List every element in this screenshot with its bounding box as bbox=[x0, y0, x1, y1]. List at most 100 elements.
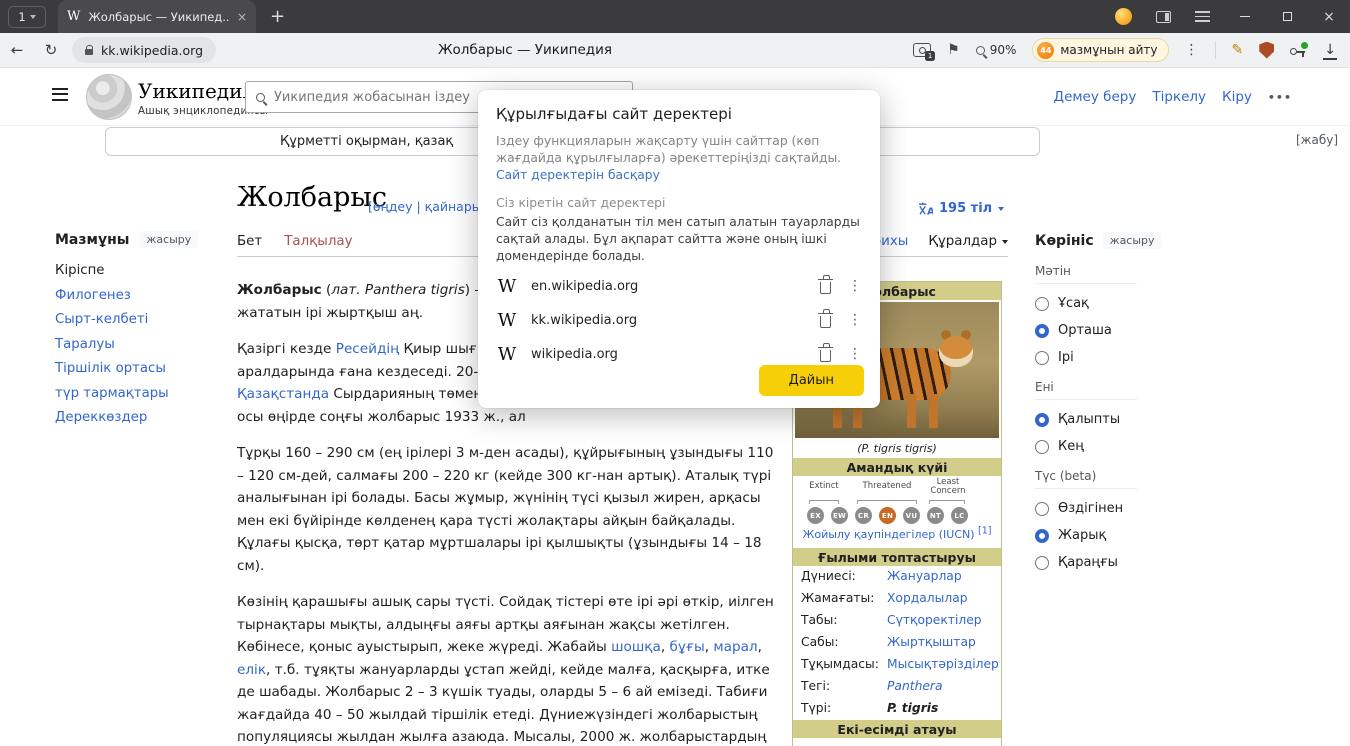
appearance-hide-button[interactable]: жасыру bbox=[1103, 232, 1162, 249]
site-row: W en.wikipedia.org ⋮ bbox=[496, 269, 862, 303]
radio-icon-selected[interactable] bbox=[1035, 529, 1049, 543]
window-title: Жолбарыс — Уикипедия bbox=[360, 42, 690, 58]
radio-icon[interactable] bbox=[1035, 440, 1049, 454]
browser-menu-icon[interactable] bbox=[1195, 11, 1210, 22]
minimize-icon bbox=[1240, 16, 1250, 18]
delete-trash-icon[interactable] bbox=[820, 282, 831, 294]
download-icon[interactable]: ↓ bbox=[1324, 43, 1336, 57]
radio-option[interactable]: Ірі bbox=[1035, 350, 1147, 365]
zoom-indicator[interactable]: 90% bbox=[976, 43, 1017, 57]
site-domain: kk.wikipedia.org bbox=[531, 313, 807, 328]
toc-item[interactable]: түр тармақтары bbox=[55, 386, 227, 401]
side-panel-icon[interactable] bbox=[1156, 11, 1171, 23]
tab-close-icon[interactable]: × bbox=[237, 10, 247, 24]
radio-icon[interactable] bbox=[1035, 502, 1049, 516]
toc-item[interactable]: Кіріспе bbox=[55, 263, 227, 278]
taxon-link[interactable]: Жыртқыштар bbox=[887, 635, 976, 651]
wiki-menu-icon[interactable] bbox=[52, 88, 68, 101]
maximize-button[interactable] bbox=[1266, 0, 1308, 33]
status-circle: NT bbox=[927, 507, 944, 524]
status-circle: VU bbox=[903, 507, 920, 524]
taxon-link[interactable]: Panthera bbox=[887, 679, 943, 695]
radio-option[interactable]: Орташа bbox=[1035, 323, 1147, 338]
edit-pencil-icon[interactable]: ✎ bbox=[1232, 42, 1244, 58]
radio-option[interactable]: Ұсақ bbox=[1035, 296, 1147, 311]
done-button[interactable]: Дайын bbox=[759, 365, 864, 396]
taxonomy-row: Табы:Сүтқоректілер bbox=[793, 610, 1001, 632]
kebab-menu-icon[interactable]: ⋮ bbox=[1185, 42, 1199, 58]
taxon-link[interactable]: Хордалылар bbox=[887, 591, 968, 607]
reload-button[interactable]: ↻ bbox=[34, 41, 68, 59]
taxon-link[interactable]: Сүтқоректілер bbox=[887, 613, 982, 629]
appearance-panel: Көрініс жасыру Мәтін Ұсақ Орташа Ірі Ені… bbox=[1035, 232, 1147, 570]
article-title: Жолбарыс bbox=[237, 182, 387, 213]
table-of-contents: Мазмұны жасыру Кіріспе Филогенез Сырт-ке… bbox=[55, 231, 227, 425]
tab-counter-button[interactable]: 1 bbox=[8, 6, 46, 28]
toc-item[interactable]: Сырт-келбеті bbox=[55, 312, 227, 327]
url-text: kk.wikipedia.org bbox=[101, 43, 203, 58]
bookmark-flag-icon[interactable]: ⚑ bbox=[947, 42, 960, 58]
radio-icon-selected[interactable] bbox=[1035, 324, 1049, 338]
status-circle: EX bbox=[807, 507, 824, 524]
status-reference[interactable]: [1] bbox=[978, 525, 991, 536]
delete-trash-icon[interactable] bbox=[820, 316, 831, 328]
login-link[interactable]: Кіру bbox=[1222, 89, 1252, 105]
site-kebab-icon[interactable]: ⋮ bbox=[848, 278, 862, 294]
radio-icon[interactable] bbox=[1035, 297, 1049, 311]
delete-trash-icon[interactable] bbox=[820, 350, 831, 362]
minimize-button[interactable] bbox=[1224, 0, 1266, 33]
wiki-header-links: Демеу беру Тіркелу Кіру ••• bbox=[1054, 89, 1292, 105]
manage-site-data-link[interactable]: Сайт деректерін басқару bbox=[496, 168, 660, 182]
new-tab-button[interactable]: + bbox=[270, 8, 285, 26]
toc-item[interactable]: Дереккөздер bbox=[55, 410, 227, 425]
conservation-status-header: Амандық күйі bbox=[793, 458, 1001, 476]
popup-description: Іздеу функцияларын жақсарту үшін сайттар… bbox=[496, 133, 862, 184]
paragraph-line: осы өңірде соңғы жолбарыс 1933 ж., ал bbox=[237, 406, 775, 429]
radio-option[interactable]: Кең bbox=[1035, 439, 1147, 454]
wikipedia-globe-logo[interactable] bbox=[86, 74, 132, 120]
taxon-link[interactable]: Жануарлар bbox=[887, 569, 962, 585]
radio-icon[interactable] bbox=[1035, 351, 1049, 365]
taxonomy-header: Ғылыми топтастыруы bbox=[793, 548, 1001, 566]
tools-label: Құралдар bbox=[928, 234, 997, 249]
radio-icon-selected[interactable] bbox=[1035, 413, 1049, 427]
tabbar-right-controls: × bbox=[1115, 0, 1350, 33]
protect-shield-icon[interactable] bbox=[1259, 42, 1274, 59]
status-link[interactable]: Жойылу қаупіндегілер (IUCN) bbox=[802, 528, 974, 541]
browser-tab[interactable]: W Жолбарыс — Уикипед... × bbox=[58, 0, 256, 33]
status-circle: LC bbox=[951, 507, 968, 524]
language-selector[interactable]: A 195 тіл bbox=[918, 201, 1004, 216]
donate-link[interactable]: Демеу беру bbox=[1054, 89, 1137, 105]
tab-talk[interactable]: Талқылау bbox=[284, 234, 352, 249]
address-bar[interactable]: kk.wikipedia.org bbox=[72, 37, 216, 63]
register-link[interactable]: Тіркелу bbox=[1152, 89, 1206, 105]
site-kebab-icon[interactable]: ⋮ bbox=[848, 346, 862, 362]
tab-count: 1 bbox=[18, 10, 25, 24]
wiki-logo-title[interactable]: УикипедиЯ bbox=[138, 79, 259, 103]
toc-item[interactable]: Филогенез bbox=[55, 288, 227, 303]
site-kebab-icon[interactable]: ⋮ bbox=[848, 312, 862, 328]
status-link-row: Жойылу қаупіндегілер (IUCN) [1] bbox=[793, 528, 1001, 541]
promo-smiley-icon[interactable] bbox=[1115, 8, 1132, 25]
taxonomy-row: Тұқымдасы:Мысықтәрізділер bbox=[793, 654, 1001, 676]
toc-item[interactable]: Тіршілік ортасы bbox=[55, 361, 227, 376]
toc-item[interactable]: Таралуы bbox=[55, 337, 227, 352]
radio-option[interactable]: Қараңғы bbox=[1035, 555, 1147, 570]
read-aloud-badge: 44 bbox=[1037, 42, 1054, 59]
tools-dropdown[interactable]: Құралдар bbox=[928, 234, 1008, 249]
radio-option[interactable]: Өздігінен bbox=[1035, 501, 1147, 516]
screenshot-icon[interactable]: 1 bbox=[913, 43, 931, 57]
radio-option[interactable]: Жарық bbox=[1035, 528, 1147, 543]
password-key-icon[interactable] bbox=[1290, 42, 1308, 58]
back-button[interactable]: ← bbox=[0, 41, 34, 59]
window-close-button[interactable]: × bbox=[1308, 0, 1350, 33]
more-menu-icon[interactable]: ••• bbox=[1268, 91, 1292, 104]
taxon-link[interactable]: Мысықтәрізділер bbox=[887, 657, 999, 673]
tab-article[interactable]: Бет bbox=[237, 234, 262, 249]
radio-icon[interactable] bbox=[1035, 556, 1049, 570]
radio-option[interactable]: Қалыпты bbox=[1035, 412, 1147, 427]
tab-title: Жолбарыс — Уикипед... bbox=[88, 10, 229, 24]
read-aloud-button[interactable]: 44 мазмұнын айту bbox=[1032, 38, 1168, 62]
toc-hide-button[interactable]: жасыру bbox=[139, 231, 198, 248]
banner-close-link[interactable]: [жабу] bbox=[1296, 133, 1338, 147]
